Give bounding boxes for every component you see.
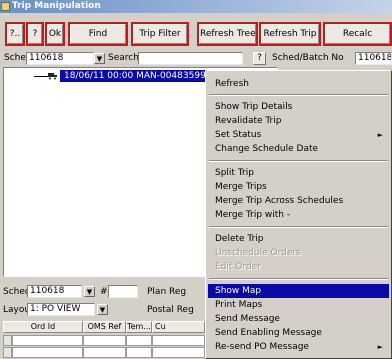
table-cell[interactable] bbox=[83, 347, 126, 358]
bottom-sched-input[interactable]: 110618 bbox=[27, 285, 82, 298]
column-header-oms-ref[interactable]: OMS Ref bbox=[83, 321, 126, 333]
app-icon bbox=[1, 2, 10, 11]
column-header-ord-id[interactable]: Ord Id bbox=[3, 321, 83, 333]
menu-separator bbox=[209, 160, 388, 162]
menu-separator bbox=[209, 226, 388, 228]
window-title: Trip Manipulation bbox=[12, 1, 101, 11]
sched-dropdown-icon[interactable]: ▼ bbox=[94, 53, 105, 64]
help-button[interactable]: ?.. bbox=[5, 22, 25, 46]
menu-item-show-map[interactable]: Show Map bbox=[208, 284, 389, 298]
menu-separator bbox=[209, 278, 388, 280]
menu-item-merge-trips[interactable]: Merge Trips bbox=[208, 180, 389, 194]
menu-item-set-status[interactable]: Set Status ► bbox=[208, 128, 389, 142]
menu-item-send-message[interactable]: Send Message bbox=[208, 312, 389, 326]
sched-input[interactable]: 110618 bbox=[26, 52, 94, 65]
table-cell[interactable] bbox=[12, 347, 83, 358]
table-cell[interactable] bbox=[126, 335, 152, 346]
row-indicator bbox=[3, 347, 12, 358]
layout-dropdown-icon[interactable]: ▼ bbox=[97, 304, 108, 315]
menu-item-change-schedule-date[interactable]: Change Schedule Date bbox=[208, 142, 389, 156]
refresh-trip-button[interactable]: Refresh Trip bbox=[259, 22, 321, 46]
context-menu: Refresh Show Trip Details Revalidate Tri… bbox=[205, 70, 392, 359]
hash-label: # bbox=[100, 287, 108, 297]
menu-item-refresh[interactable]: Refresh bbox=[208, 77, 389, 91]
menu-item-resend-po-message[interactable]: Re-send PO Message ► bbox=[208, 340, 389, 354]
search-input[interactable] bbox=[138, 52, 243, 65]
postal-reg-label: Postal Reg bbox=[147, 305, 194, 315]
menu-item-unschedule-orders: Unschedule Orders bbox=[215, 248, 301, 258]
row-indicator bbox=[3, 335, 12, 346]
table-cell[interactable] bbox=[152, 347, 205, 358]
window-title-bar: Trip Manipulation bbox=[0, 0, 392, 13]
submenu-arrow-icon: ► bbox=[377, 131, 383, 139]
table-cell[interactable] bbox=[126, 347, 152, 358]
find-button[interactable]: Find bbox=[68, 22, 128, 46]
tree-connector bbox=[34, 76, 48, 77]
hash-input[interactable] bbox=[108, 285, 138, 298]
menu-item-merge-trip-across-schedules[interactable]: Merge Trip Across Schedules bbox=[208, 194, 389, 208]
menu-item-show-trip-details[interactable]: Show Trip Details bbox=[208, 100, 389, 114]
menu-item-delete-trip[interactable]: Delete Trip bbox=[208, 232, 389, 246]
ok-button[interactable]: Ok bbox=[45, 22, 65, 46]
question-button[interactable]: ? bbox=[26, 22, 44, 46]
column-header-tem[interactable]: Tem... bbox=[126, 321, 152, 333]
plan-reg-label: Plan Reg bbox=[147, 287, 187, 297]
table-cell[interactable] bbox=[83, 335, 126, 346]
bottom-sched-dropdown-icon[interactable]: ▼ bbox=[84, 286, 95, 297]
search-label: Search bbox=[108, 53, 139, 63]
menu-item-revalidate-trip[interactable]: Revalidate Trip bbox=[208, 114, 389, 128]
layout-select[interactable]: 1: PO VIEW bbox=[27, 303, 95, 316]
menu-item-merge-trip-with[interactable]: Merge Trip with - bbox=[208, 208, 389, 222]
trip-filter-button[interactable]: Trip Filter bbox=[131, 22, 189, 46]
table-cell[interactable] bbox=[152, 335, 205, 346]
menu-item-split-trip[interactable]: Split Trip bbox=[208, 166, 389, 180]
sched-batch-input[interactable]: 110618 bbox=[355, 52, 392, 65]
sched-batch-label: Sched/Batch No bbox=[272, 53, 344, 63]
column-header-cu[interactable]: Cu bbox=[152, 321, 205, 333]
menu-item-print-maps[interactable]: Print Maps bbox=[208, 298, 389, 312]
table-cell[interactable] bbox=[12, 335, 83, 346]
refresh-tree-button[interactable]: Refresh Tree bbox=[197, 22, 258, 46]
menu-item-send-enabling-message[interactable]: Send Enabling Message bbox=[208, 326, 389, 340]
submenu-arrow-icon: ► bbox=[377, 343, 383, 351]
menu-separator bbox=[209, 94, 388, 96]
search-lov-button[interactable]: ? bbox=[253, 52, 266, 65]
menu-item-edit-order: Edit Order bbox=[215, 262, 261, 272]
recalc-button[interactable]: Recalc bbox=[323, 22, 392, 46]
truck-icon bbox=[48, 72, 57, 80]
